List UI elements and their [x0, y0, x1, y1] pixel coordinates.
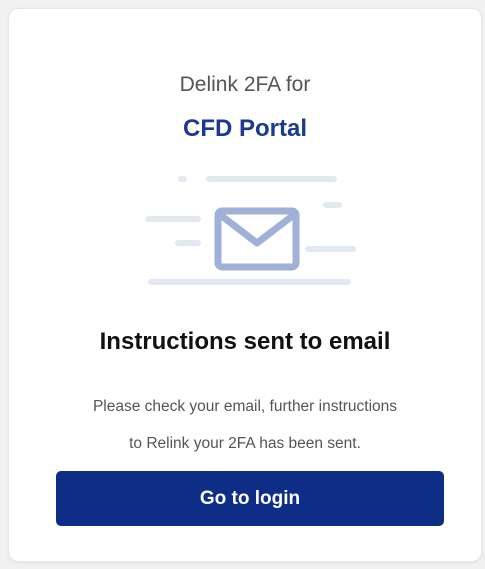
go-to-login-button[interactable]: Go to login [56, 471, 444, 526]
description-line-2: to Relink your 2FA has been sent. [129, 435, 361, 452]
page-title: Delink 2FA for [179, 73, 311, 96]
delink-2fa-card: Delink 2FA for CFD Portal Instructions s… [8, 8, 482, 562]
portal-brand-name: CFD Portal [182, 115, 307, 142]
envelope-icon [214, 207, 300, 271]
confirmation-description: Please check your email, further instruc… [49, 388, 441, 462]
email-sent-illustration [145, 176, 356, 285]
description-line-1: Please check your email, further instruc… [92, 398, 398, 415]
confirmation-title: Instructions sent to email [99, 328, 391, 355]
